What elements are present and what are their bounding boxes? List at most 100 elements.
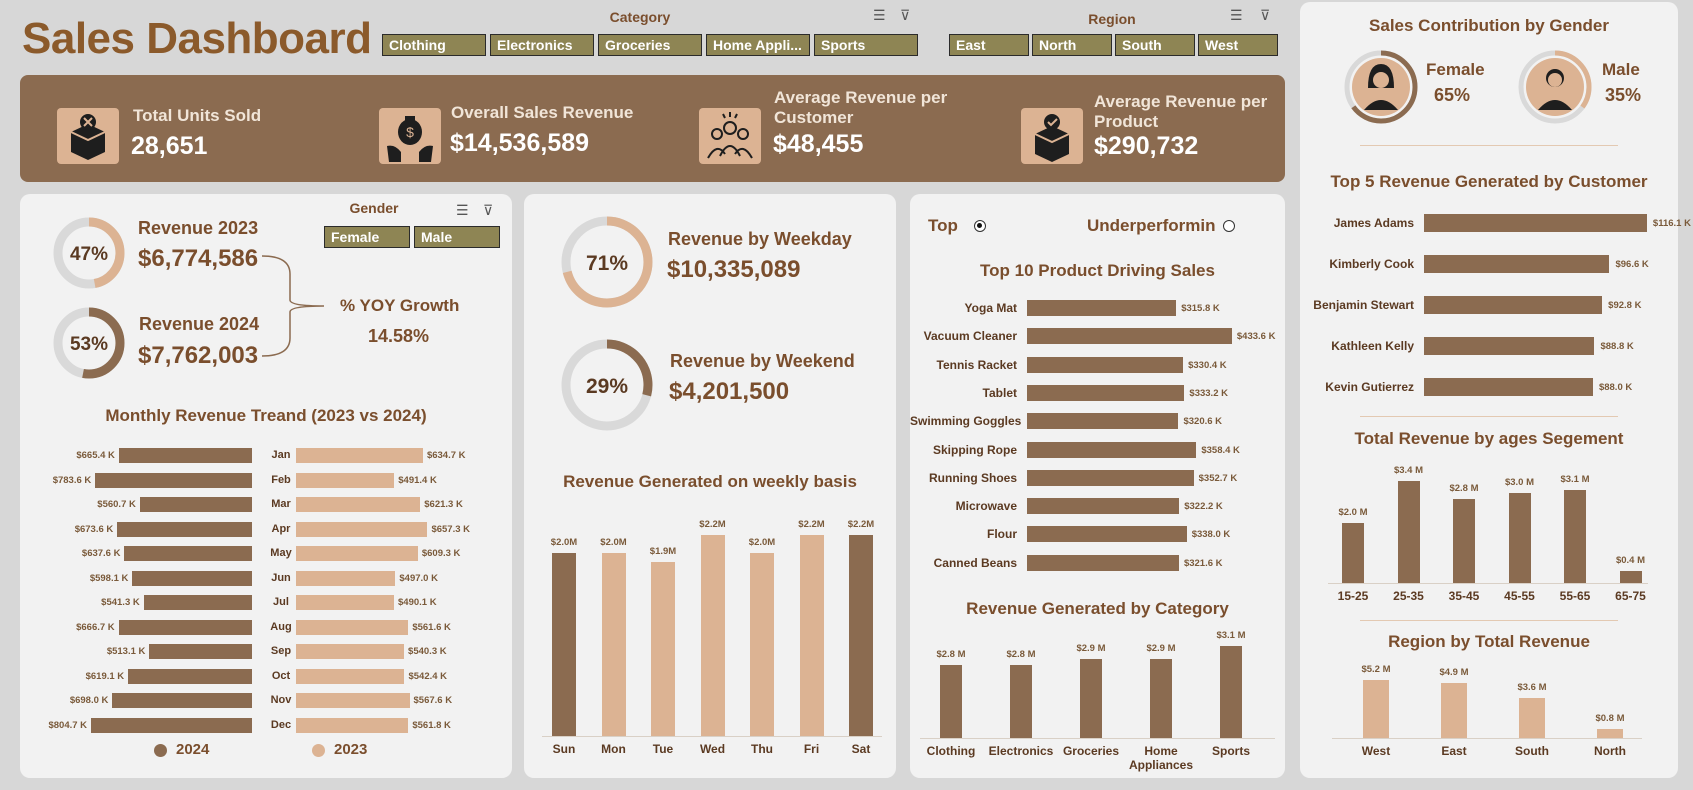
data-label: $804.7 K bbox=[48, 719, 88, 731]
kpi-value: $14,536,589 bbox=[450, 129, 590, 157]
data-label: $491.4 K bbox=[398, 474, 437, 486]
data-label: $2.0M bbox=[550, 537, 578, 548]
weekly-chart: $2.0M Sun $2.0M Mon $1.9M Tue $2.2M Wed $2.0M Thu… bbox=[524, 194, 896, 778]
weekly-bar bbox=[552, 553, 576, 736]
box-check-icon bbox=[1021, 108, 1083, 164]
data-label: $2.0M bbox=[600, 537, 627, 548]
data-label: $2.8 M bbox=[936, 649, 966, 661]
category-bar bbox=[1010, 665, 1032, 738]
data-label: $4.9 M bbox=[1439, 667, 1469, 679]
bar-2024 bbox=[143, 595, 252, 610]
kpi-label: Overall Sales Revenue bbox=[451, 103, 634, 122]
data-label: $619.1 K bbox=[85, 670, 125, 682]
x-axis bbox=[542, 736, 882, 737]
data-label: $567.6 K bbox=[413, 695, 453, 706]
data-label: $2.9 M bbox=[1146, 642, 1176, 654]
data-label: $542.4 K bbox=[408, 670, 448, 682]
region-west-button[interactable]: West bbox=[1198, 34, 1278, 56]
data-label: $2.9 M bbox=[1076, 642, 1106, 654]
category-label: Clothing bbox=[926, 744, 976, 758]
x-axis bbox=[1332, 738, 1642, 739]
bar-2024 bbox=[112, 693, 252, 708]
category-groceries-button[interactable]: Groceries bbox=[598, 34, 702, 56]
legend-2024-swatch bbox=[154, 744, 167, 757]
products-panel: Top Underperformin Top 10 Product Drivin… bbox=[910, 194, 1285, 778]
data-label: $609.3 K bbox=[421, 548, 461, 559]
data-label: $2.2M bbox=[699, 518, 726, 530]
month-label: Jun bbox=[271, 571, 291, 584]
region-east-button[interactable]: East bbox=[949, 34, 1029, 56]
bar-2023 bbox=[296, 717, 409, 733]
day-label: Tue bbox=[652, 742, 674, 756]
svg-text:$: $ bbox=[406, 124, 414, 140]
month-label: Dec bbox=[270, 718, 292, 731]
month-label: Sep bbox=[270, 645, 292, 657]
x-axis bbox=[920, 738, 1275, 739]
category-label: Home Appliances bbox=[1128, 744, 1194, 772]
kpi-label: Average Revenue per Customer bbox=[774, 88, 948, 127]
data-label: $657.3 K bbox=[431, 523, 471, 535]
bar-2024 bbox=[118, 619, 252, 635]
kpi-value: 28,651 bbox=[131, 132, 208, 160]
bar-2023 bbox=[296, 619, 409, 635]
clear-filter-icon[interactable]: ⊽ bbox=[1260, 7, 1270, 24]
bar-2024 bbox=[118, 448, 252, 463]
bar-2024 bbox=[91, 717, 252, 733]
multi-select-icon[interactable]: ☰ bbox=[873, 7, 886, 24]
category-clothing-button[interactable]: Clothing bbox=[382, 34, 486, 56]
bar-2023 bbox=[296, 472, 395, 488]
data-label: $541.3 K bbox=[101, 597, 140, 608]
region-north-button[interactable]: North bbox=[1032, 34, 1112, 56]
monthly-chart: $665.4 K Jan $634.7 K $783.6 K Feb $491.4 K $5… bbox=[20, 194, 512, 778]
bar-2023 bbox=[296, 570, 396, 586]
category-electronics-button[interactable]: Electronics bbox=[490, 34, 594, 56]
data-label: $513.1 K bbox=[106, 646, 146, 657]
region-bar bbox=[1363, 679, 1389, 738]
region-label: South bbox=[1515, 744, 1549, 758]
bar-2023 bbox=[296, 595, 395, 610]
month-label: Mar bbox=[271, 498, 291, 510]
category-sports-button[interactable]: Sports bbox=[814, 34, 918, 56]
month-label: May bbox=[270, 547, 292, 559]
category-slicer-title: Category bbox=[609, 9, 671, 25]
day-label: Sun bbox=[552, 742, 576, 756]
category-bar bbox=[1150, 658, 1172, 738]
region-label: West bbox=[1361, 744, 1391, 758]
category-bar bbox=[940, 665, 962, 738]
data-label: $666.7 K bbox=[76, 621, 115, 633]
data-label: $1.9M bbox=[649, 546, 677, 558]
data-label: $2.2M bbox=[798, 518, 825, 530]
category-label: Groceries bbox=[1062, 744, 1120, 758]
data-label: $698.0 K bbox=[69, 695, 109, 706]
weekly-bar bbox=[700, 534, 725, 736]
multi-select-icon[interactable]: ☰ bbox=[1230, 7, 1243, 24]
data-label: $561.8 K bbox=[412, 719, 451, 731]
bar-2023 bbox=[296, 497, 421, 512]
data-label: $2.0M bbox=[748, 537, 776, 548]
data-label: $673.6 K bbox=[74, 523, 114, 535]
region-south-button[interactable]: South bbox=[1115, 34, 1195, 56]
data-label: $3.6 M bbox=[1517, 681, 1547, 693]
revenue-year-panel: 47% Revenue 2023 $6,774,586 53% Revenue … bbox=[20, 194, 512, 778]
day-label: Wed bbox=[699, 742, 726, 756]
bar-2023 bbox=[296, 693, 410, 708]
bar-2023 bbox=[296, 448, 423, 463]
data-label: $621.3 K bbox=[424, 499, 463, 510]
region-slicer-title: Region bbox=[1088, 11, 1136, 27]
data-label: $634.7 K bbox=[426, 450, 466, 461]
clear-filter-icon[interactable]: ⊽ bbox=[900, 7, 910, 24]
bar-2024 bbox=[149, 644, 252, 659]
kpi-value: $290,732 bbox=[1094, 132, 1199, 160]
category-bar bbox=[1080, 658, 1102, 738]
bar-2023 bbox=[296, 521, 428, 537]
data-label: $665.4 K bbox=[76, 450, 115, 461]
category-home-appliances-button[interactable]: Home Appli... bbox=[706, 34, 810, 56]
category-label: Electronics bbox=[988, 744, 1054, 758]
region-label: East bbox=[1441, 744, 1467, 758]
month-label: Jul bbox=[273, 596, 289, 608]
data-label: $561.6 K bbox=[412, 621, 451, 633]
category-bar bbox=[1220, 645, 1242, 738]
legend-2023-label: 2023 bbox=[334, 741, 368, 758]
region-bar bbox=[1441, 683, 1467, 738]
kpi-value: $48,455 bbox=[773, 130, 864, 158]
